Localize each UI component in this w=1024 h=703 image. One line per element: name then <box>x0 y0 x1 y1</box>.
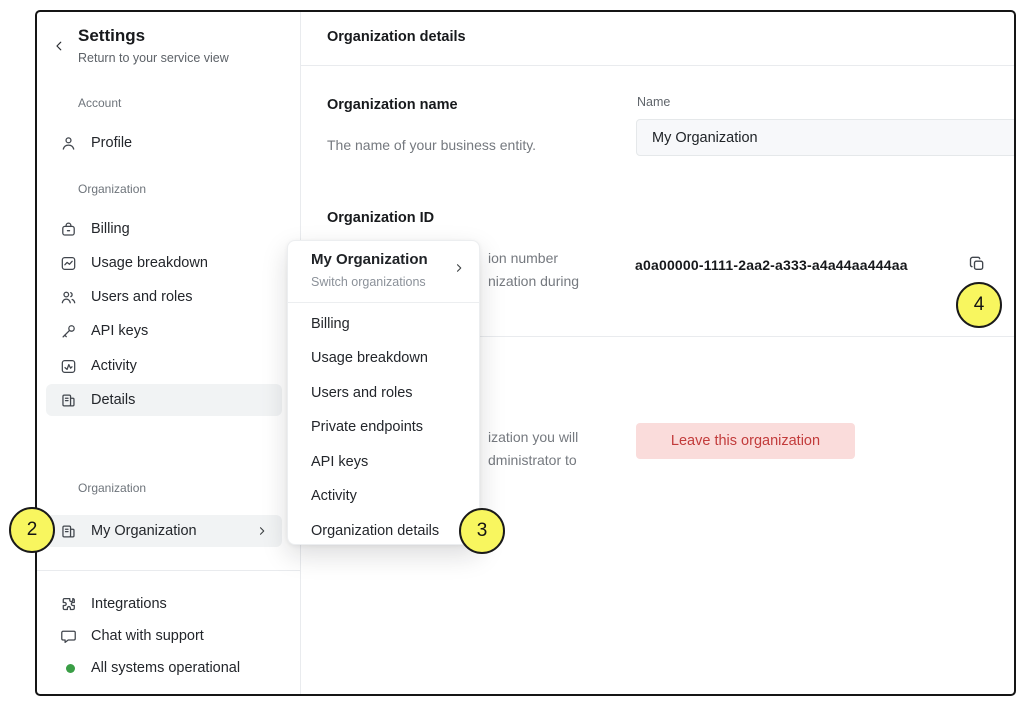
menu-subtitle: Switch organizations <box>311 275 426 289</box>
annotation-badge-3: 3 <box>459 508 505 554</box>
header-divider <box>301 65 1016 66</box>
organization-switcher-label: Organization <box>78 481 146 495</box>
organization-name-input[interactable] <box>636 119 1016 156</box>
sidebar-item-activity[interactable]: Activity <box>46 350 282 382</box>
sidebar-item-integrations[interactable]: Integrations <box>46 588 282 620</box>
org-id-description-line2: nization during <box>488 273 579 289</box>
status-dot-icon <box>58 658 78 678</box>
leave-description-line2: dministrator to <box>488 452 577 468</box>
org-id-section-title: Organization ID <box>327 210 434 226</box>
copy-icon <box>967 254 987 274</box>
organization-section-label: Organization <box>78 182 146 196</box>
key-icon <box>58 321 78 341</box>
chevron-left-icon <box>52 39 66 53</box>
users-icon <box>58 287 78 307</box>
menu-item-private-endpoints[interactable]: Private endpoints <box>288 410 479 444</box>
sidebar-item-usage-breakdown[interactable]: Usage breakdown <box>46 247 282 279</box>
activity-icon <box>58 356 78 376</box>
menu-item-users-and-roles[interactable]: Users and roles <box>288 376 479 410</box>
sidebar-item-label: Billing <box>91 221 130 237</box>
puzzle-icon <box>58 594 78 614</box>
sidebar-item-label: Usage breakdown <box>91 255 208 271</box>
sidebar-item-label: Activity <box>91 358 137 374</box>
leave-description-line1: ization you will <box>488 429 578 445</box>
status-label: All systems operational <box>91 660 240 676</box>
chevron-right-icon <box>453 261 465 279</box>
sidebar-item-profile[interactable]: Profile <box>46 127 282 159</box>
billing-icon <box>58 219 78 239</box>
organization-id-value: a0a00000-1111-2aa2-a333-a4a44aa444aa <box>635 257 908 273</box>
back-button[interactable] <box>50 37 68 55</box>
sidebar-item-label: API keys <box>91 323 148 339</box>
chevron-right-icon <box>256 525 268 541</box>
user-icon <box>58 133 78 153</box>
sidebar-footer-divider <box>35 570 300 571</box>
menu-item-organization-details[interactable]: Organization details <box>288 514 479 548</box>
sidebar-item-label: My Organization <box>91 523 197 539</box>
sidebar-item-billing[interactable]: Billing <box>46 213 282 245</box>
settings-subtitle: Return to your service view <box>78 51 229 65</box>
annotation-badge-4: 4 <box>956 282 1002 328</box>
menu-divider <box>288 302 479 303</box>
menu-item-activity[interactable]: Activity <box>288 479 479 513</box>
sidebar-item-label: Chat with support <box>91 628 204 644</box>
menu-item-billing[interactable]: Billing <box>288 307 479 341</box>
app-window: Settings Return to your service view Acc… <box>35 10 1016 696</box>
leave-organization-button[interactable]: Leave this organization <box>636 423 855 459</box>
sidebar-item-label: Details <box>91 392 135 408</box>
org-id-description-line1: ion number <box>488 250 558 266</box>
sidebar-item-chat-support[interactable]: Chat with support <box>46 620 282 652</box>
menu-item-usage-breakdown[interactable]: Usage breakdown <box>288 341 479 375</box>
menu-item-api-keys[interactable]: API keys <box>288 445 479 479</box>
annotation-badge-2: 2 <box>9 507 55 553</box>
organization-switcher-menu: My Organization Switch organizations Bil… <box>287 240 480 545</box>
name-field-label: Name <box>637 95 670 109</box>
page-title: Organization details <box>327 29 466 45</box>
org-name-section-title: Organization name <box>327 97 458 113</box>
sidebar-item-label: Profile <box>91 135 132 151</box>
chat-bubble-icon <box>58 626 78 646</box>
copy-button[interactable] <box>965 252 989 276</box>
organization-icon <box>58 390 78 410</box>
sidebar-item-api-keys[interactable]: API keys <box>46 315 282 347</box>
page: Settings Return to your service view Acc… <box>0 0 1024 703</box>
sidebar-item-my-organization[interactable]: My Organization <box>46 515 282 547</box>
sidebar-item-details[interactable]: Details <box>46 384 282 416</box>
settings-title: Settings <box>78 26 145 46</box>
account-section-label: Account <box>78 96 121 110</box>
org-name-description: The name of your business entity. <box>327 137 536 153</box>
sidebar-item-users-and-roles[interactable]: Users and roles <box>46 281 282 313</box>
usage-chart-icon <box>58 253 78 273</box>
system-status-link[interactable]: All systems operational <box>46 652 282 684</box>
sidebar-item-label: Integrations <box>91 596 167 612</box>
menu-title[interactable]: My Organization <box>311 251 428 268</box>
sidebar-item-label: Users and roles <box>91 289 193 305</box>
organization-icon <box>58 521 78 541</box>
